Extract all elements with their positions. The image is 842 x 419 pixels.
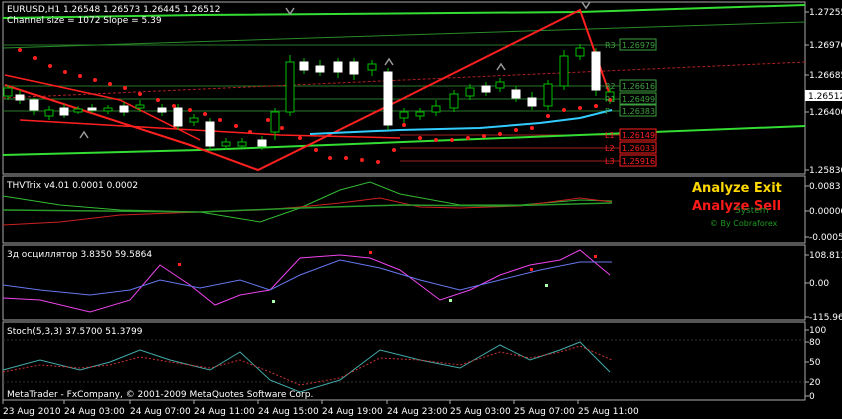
y-tick-label: 1.26970 — [809, 41, 842, 51]
y-tick-label: 1.25830 — [809, 166, 842, 176]
analyze-exit: Analyze Exit — [692, 181, 782, 196]
brand-label: © By Cobraforex — [710, 219, 778, 228]
system-label: System — [735, 206, 769, 216]
osc-axis: 108.813 0.00 -115.96 — [805, 251, 842, 323]
chart-canvas[interactable]: 1.26979 R3 1.26616 R2 1.26499 R1 1.26383 P 1.261… — [0, 0, 842, 419]
y-tick-label: 100 — [809, 326, 826, 336]
x-tick-label: 24 Aug 15:00 — [258, 407, 319, 417]
level-tag: R1 — [605, 95, 616, 104]
level-label: 1.26616 — [622, 82, 655, 91]
x-tick-label: 23 Aug 2010 — [3, 407, 61, 417]
stoch-title: Stoch(5,3,3) 37.5700 51.3799 — [7, 327, 143, 337]
level-label: 1.26149 — [622, 131, 655, 140]
stoch-axis: 100 80 50 20 0 — [805, 326, 826, 402]
y-tick-label: -115.96 — [809, 313, 842, 323]
y-tick-label: 108.813 — [809, 251, 842, 261]
x-tick-label: 25 Aug 03:00 — [450, 407, 511, 417]
level-tag: P — [605, 107, 610, 116]
y-tick-label: -0.0005 — [809, 233, 842, 243]
copyright: MetaTrader - FxCompany, © 2001-2009 Meta… — [7, 390, 313, 400]
y-tick-label: 0.0083 — [809, 182, 841, 192]
x-tick-label: 24 Aug 19:00 — [322, 407, 383, 417]
y-tick-label: 50 — [809, 358, 821, 368]
y-tick-label: 0 — [809, 392, 815, 402]
level-tag: R3 — [605, 41, 616, 50]
level-tag: L3 — [605, 157, 615, 166]
level-tag: R2 — [605, 82, 616, 91]
x-tick-label: 24 Aug 03:00 — [64, 407, 125, 417]
thv-axis: 0.0083 0.00000 -0.0005 — [805, 182, 842, 243]
x-tick-label: 24 Aug 07:00 — [130, 407, 191, 417]
y-tick-label: 0.00000 — [809, 207, 842, 217]
level-label: 1.26979 — [622, 41, 655, 50]
level-label: 1.26499 — [622, 95, 655, 104]
thv-title: THVTrix v4.01 0.0001 0.0002 — [6, 181, 138, 191]
level-label: 1.25916 — [622, 157, 655, 166]
current-price: 1.26512 — [808, 92, 842, 102]
symbol-line: EURUSD,H1 1.26548 1.26573 1.26445 1.2651… — [7, 5, 220, 15]
y-tick-label: 1.26685 — [809, 71, 842, 81]
level-label: 1.26033 — [622, 144, 655, 153]
y-tick-label: 1.26400 — [809, 108, 842, 118]
y-tick-label: 20 — [809, 378, 821, 388]
x-tick-label: 25 Aug 11:00 — [578, 407, 639, 417]
y-tick-label: 0.00 — [809, 279, 829, 289]
channel-info: Channel size = 1072 Slope = 5.39 — [7, 16, 162, 26]
x-tick-label: 25 Aug 07:00 — [514, 407, 575, 417]
y-tick-label: 1.27255 — [809, 8, 842, 18]
level-label: 1.26383 — [622, 107, 655, 116]
x-tick-label: 24 Aug 11:00 — [194, 407, 255, 417]
y-tick-label: 80 — [809, 338, 821, 348]
time-axis: 23 Aug 2010 24 Aug 03:00 24 Aug 07:00 24 Au… — [2, 400, 639, 417]
x-tick-label: 24 Aug 23:00 — [387, 407, 448, 417]
level-tag: L2 — [605, 144, 615, 153]
level-tag: L1 — [605, 131, 615, 140]
osc3d-title: 3д осциллятор 3.8350 59.5864 — [7, 250, 152, 260]
